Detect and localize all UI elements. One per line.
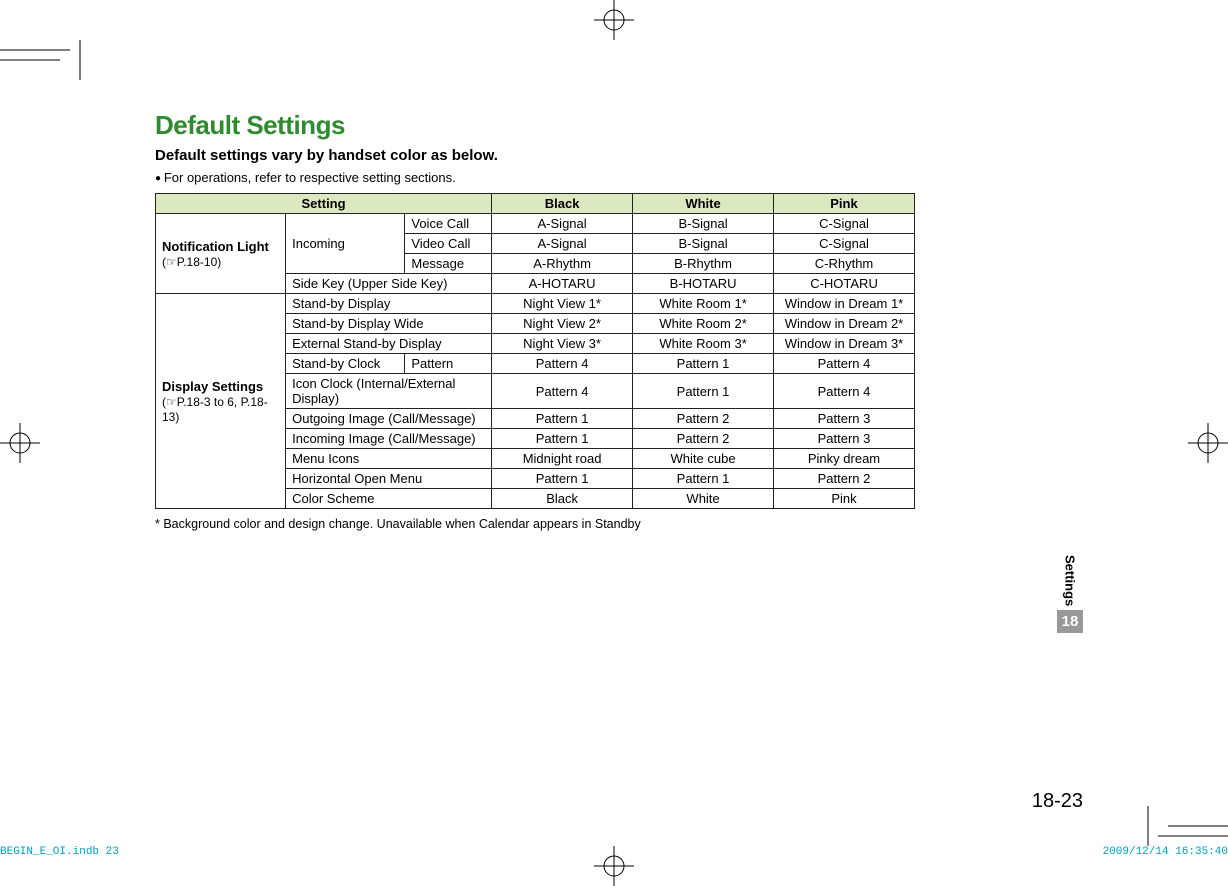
cell-value: Pattern 1 xyxy=(492,429,633,449)
cell-value: A-Signal xyxy=(492,214,633,234)
settings-table: Setting Black White Pink Notification Li… xyxy=(155,193,915,509)
cell-label: Horizontal Open Menu xyxy=(286,469,492,489)
cell-value: A-Rhythm xyxy=(492,254,633,274)
section-display-settings: Display Settings (☞P.18-3 to 6, P.18-13) xyxy=(156,294,286,509)
cell-label: Stand-by Clock xyxy=(286,354,405,374)
col-pink: Pink xyxy=(774,194,915,214)
cell-value: Pattern 1 xyxy=(492,409,633,429)
cell-label: Pattern xyxy=(405,354,492,374)
cell-label: Stand-by Display xyxy=(286,294,492,314)
chapter-number: 18 xyxy=(1057,610,1083,633)
cell-value: White cube xyxy=(633,449,774,469)
footer-filename: BEGIN_E_OI.indb 23 xyxy=(0,846,119,858)
cell-value: Night View 1* xyxy=(492,294,633,314)
cell-value: Pattern 1 xyxy=(633,374,774,409)
cell-label: Stand-by Display Wide xyxy=(286,314,492,334)
cell-value: Pattern 1 xyxy=(492,469,633,489)
page-number: 18-23 xyxy=(1032,790,1083,813)
crop-mark-bottom-right xyxy=(1138,806,1228,846)
registration-mark-bottom xyxy=(594,846,634,886)
cell-value: C-HOTARU xyxy=(774,274,915,294)
cell-label: Voice Call xyxy=(405,214,492,234)
section-notification-light: Notification Light (☞P.18-10) xyxy=(156,214,286,294)
cell-label: Side Key (Upper Side Key) xyxy=(286,274,492,294)
cell-value: B-HOTARU xyxy=(633,274,774,294)
cell-value: B-Signal xyxy=(633,234,774,254)
cell-label: Outgoing Image (Call/Message) xyxy=(286,409,492,429)
registration-mark-left xyxy=(0,423,40,463)
cell-value: Pattern 1 xyxy=(633,354,774,374)
registration-mark-top xyxy=(594,0,634,40)
cell-label: Video Call xyxy=(405,234,492,254)
table-header-row: Setting Black White Pink xyxy=(156,194,915,214)
cell-label: Icon Clock (Internal/External Display) xyxy=(286,374,492,409)
cell-label: Incoming Image (Call/Message) xyxy=(286,429,492,449)
cell-value: White Room 1* xyxy=(633,294,774,314)
cell-value: Pattern 2 xyxy=(633,429,774,449)
cell-value: B-Signal xyxy=(633,214,774,234)
intro-bullet: For operations, refer to respective sett… xyxy=(155,170,915,185)
cell-value: Pink xyxy=(774,489,915,509)
table-row: Display Settings (☞P.18-3 to 6, P.18-13)… xyxy=(156,294,915,314)
table-row: Notification Light (☞P.18-10) Incoming V… xyxy=(156,214,915,234)
page-title: Default Settings xyxy=(155,110,915,141)
cell-value: Pattern 2 xyxy=(774,469,915,489)
col-white: White xyxy=(633,194,774,214)
cell-value: Pattern 1 xyxy=(633,469,774,489)
cell-value: Window in Dream 2* xyxy=(774,314,915,334)
cell-value: Pattern 2 xyxy=(633,409,774,429)
cell-label: Menu Icons xyxy=(286,449,492,469)
cell-value: C-Signal xyxy=(774,214,915,234)
cell-value: C-Rhythm xyxy=(774,254,915,274)
side-tab-label: Settings xyxy=(1063,555,1078,606)
cell-value: Night View 3* xyxy=(492,334,633,354)
cell-value: Window in Dream 1* xyxy=(774,294,915,314)
cell-value: C-Signal xyxy=(774,234,915,254)
cell-value: Pattern 3 xyxy=(774,429,915,449)
crop-mark-top-left xyxy=(0,40,90,80)
footer-timestamp: 2009/12/14 16:35:40 xyxy=(1103,846,1228,858)
registration-mark-right xyxy=(1188,423,1228,463)
cell-value: Pinky dream xyxy=(774,449,915,469)
cell-label: External Stand-by Display xyxy=(286,334,492,354)
cell-value: A-HOTARU xyxy=(492,274,633,294)
cell-value: Pattern 3 xyxy=(774,409,915,429)
cell-value: Pattern 4 xyxy=(774,374,915,409)
cell-value: B-Rhythm xyxy=(633,254,774,274)
cell-value: Window in Dream 3* xyxy=(774,334,915,354)
cell-value: Pattern 4 xyxy=(492,374,633,409)
cell-value: Pattern 4 xyxy=(774,354,915,374)
cell-value: White Room 3* xyxy=(633,334,774,354)
cell-incoming: Incoming xyxy=(286,214,405,274)
cell-value: Pattern 4 xyxy=(492,354,633,374)
cell-value: Black xyxy=(492,489,633,509)
cell-value: A-Signal xyxy=(492,234,633,254)
cell-value: White xyxy=(633,489,774,509)
subtitle: Default settings vary by handset color a… xyxy=(155,147,915,164)
main-content: Default Settings Default settings vary b… xyxy=(155,110,915,531)
cell-value: White Room 2* xyxy=(633,314,774,334)
footnote: * Background color and design change. Un… xyxy=(155,517,915,531)
col-black: Black xyxy=(492,194,633,214)
col-setting: Setting xyxy=(156,194,492,214)
cell-value: Night View 2* xyxy=(492,314,633,334)
cell-label: Color Scheme xyxy=(286,489,492,509)
side-tab: Settings 18 xyxy=(1057,555,1083,633)
cell-value: Midnight road xyxy=(492,449,633,469)
cell-label: Message xyxy=(405,254,492,274)
